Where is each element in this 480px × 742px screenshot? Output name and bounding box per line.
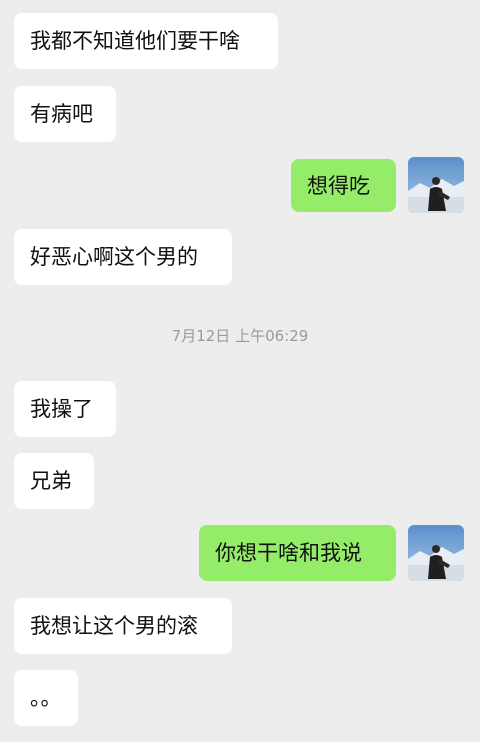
message-bubble-incoming[interactable]: 我想让这个男的滚: [14, 598, 232, 654]
message-bubble-incoming[interactable]: 兄弟: [14, 453, 94, 509]
message-text: 想得吃: [307, 174, 370, 198]
message-text: 好恶心啊这个男的: [30, 245, 198, 269]
message-bubble-incoming[interactable]: 有病吧: [14, 86, 116, 142]
message-bubble-incoming[interactable]: 。。: [14, 670, 78, 726]
user-avatar[interactable]: [408, 525, 464, 581]
user-avatar[interactable]: [408, 157, 464, 213]
message-text: 我想让这个男的滚: [30, 614, 198, 638]
message-text: 我操了: [30, 397, 93, 421]
message-bubble-outgoing[interactable]: 你想干啥和我说: [199, 525, 396, 581]
avatar-photo-icon: [408, 157, 464, 213]
message-text: 有病吧: [30, 102, 93, 126]
avatar-photo-icon: [408, 525, 464, 581]
message-bubble-incoming[interactable]: 我操了: [14, 381, 116, 437]
chat-timestamp: 7月12日 上午06:29: [171, 327, 309, 345]
message-bubble-incoming[interactable]: 好恶心啊这个男的: [14, 229, 232, 285]
message-text: 我都不知道他们要干啥: [30, 29, 240, 53]
message-text: 。。: [30, 686, 62, 710]
message-bubble-incoming[interactable]: 我都不知道他们要干啥: [14, 13, 278, 69]
message-text: 兄弟: [30, 469, 72, 493]
message-bubble-outgoing[interactable]: 想得吃: [291, 159, 396, 212]
message-text: 你想干啥和我说: [215, 541, 362, 565]
